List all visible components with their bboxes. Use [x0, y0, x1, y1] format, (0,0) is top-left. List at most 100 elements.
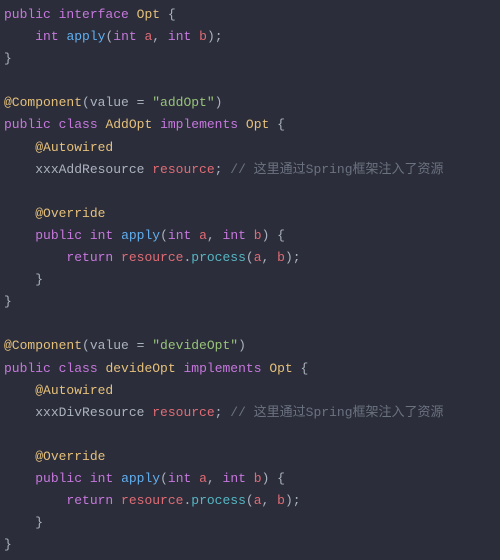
- punct: ): [215, 95, 223, 110]
- indent: [4, 29, 35, 44]
- annotation: @Component: [4, 338, 82, 353]
- type: xxxAddResource: [35, 162, 144, 177]
- punct: ,: [207, 471, 223, 486]
- code-line: }: [4, 51, 12, 66]
- punct: );: [285, 493, 301, 508]
- indent: [4, 449, 35, 464]
- punct: (: [160, 228, 168, 243]
- code-line: @Autowired: [4, 140, 113, 155]
- code-line: @Override: [4, 449, 105, 464]
- annotation: @Autowired: [35, 383, 113, 398]
- param: b: [199, 29, 207, 44]
- indent: [4, 493, 66, 508]
- type: devideOpt: [105, 361, 175, 376]
- method-name: apply: [121, 228, 160, 243]
- keyword: public: [35, 471, 82, 486]
- code-line: }: [4, 294, 12, 309]
- code-line: }: [4, 537, 12, 552]
- indent: [4, 250, 66, 265]
- keyword: implements: [183, 361, 261, 376]
- punct: }: [4, 294, 12, 309]
- annotation: @Override: [35, 206, 105, 221]
- type: Opt: [137, 7, 160, 22]
- code-line: return resource.process(a, b);: [4, 250, 301, 265]
- code-line: xxxDivResource resource; // 这里通过Spring框架…: [4, 405, 444, 420]
- param: b: [254, 228, 262, 243]
- code-block: public interface Opt { int apply(int a, …: [0, 0, 500, 560]
- punct: }: [4, 537, 12, 552]
- keyword: int: [168, 228, 191, 243]
- type: AddOpt: [105, 117, 152, 132]
- punct: (: [246, 250, 254, 265]
- punct: }: [4, 51, 12, 66]
- comment: // 这里通过Spring框架注入了资源: [230, 162, 443, 177]
- indent: [4, 140, 35, 155]
- punct: );: [285, 250, 301, 265]
- param: b: [277, 493, 285, 508]
- string: "addOpt": [152, 95, 214, 110]
- punct: }: [35, 515, 43, 530]
- code-line: @Override: [4, 206, 105, 221]
- field: resource: [152, 405, 214, 420]
- method-name: apply: [121, 471, 160, 486]
- keyword: implements: [160, 117, 238, 132]
- param: a: [254, 250, 262, 265]
- punct: (: [246, 493, 254, 508]
- keyword: class: [59, 361, 98, 376]
- punct: ,: [262, 493, 278, 508]
- punct: ;: [215, 405, 231, 420]
- keyword: public: [4, 361, 51, 376]
- punct: {: [293, 361, 309, 376]
- keyword: int: [223, 471, 246, 486]
- keyword: return: [66, 493, 113, 508]
- keyword: public: [4, 117, 51, 132]
- annotation: @Autowired: [35, 140, 113, 155]
- punct: ): [238, 338, 246, 353]
- punct: (: [82, 338, 90, 353]
- code-line: }: [4, 515, 43, 530]
- punct: ,: [262, 250, 278, 265]
- code-line: public class devideOpt implements Opt {: [4, 361, 308, 376]
- code-line: int apply(int a, int b);: [4, 29, 223, 44]
- method-name: apply: [66, 29, 105, 44]
- annotation-param: value: [90, 95, 129, 110]
- indent: [4, 515, 35, 530]
- field: resource: [121, 493, 183, 508]
- field: resource: [152, 162, 214, 177]
- param: b: [277, 250, 285, 265]
- code-line: return resource.process(a, b);: [4, 493, 301, 508]
- keyword: int: [113, 29, 136, 44]
- string: "devideOpt": [152, 338, 238, 353]
- code-line: @Component(value = "addOpt"): [4, 95, 222, 110]
- indent: [4, 228, 35, 243]
- annotation: @Component: [4, 95, 82, 110]
- indent: [4, 383, 35, 398]
- param: a: [199, 228, 207, 243]
- punct: ) {: [262, 228, 285, 243]
- type: Opt: [246, 117, 269, 132]
- code-line: public interface Opt {: [4, 7, 176, 22]
- indent: [4, 162, 35, 177]
- annotation: @Override: [35, 449, 105, 464]
- annotation-param: value: [90, 338, 129, 353]
- type: Opt: [269, 361, 292, 376]
- keyword: int: [90, 471, 113, 486]
- code-line: public int apply(int a, int b) {: [4, 471, 285, 486]
- indent: [4, 405, 35, 420]
- punct: }: [35, 272, 43, 287]
- punct: (: [82, 95, 90, 110]
- indent: [4, 272, 35, 287]
- param: b: [254, 471, 262, 486]
- code-line: public int apply(int a, int b) {: [4, 228, 285, 243]
- code-line: xxxAddResource resource; // 这里通过Spring框架…: [4, 162, 444, 177]
- punct: =: [129, 338, 152, 353]
- param: a: [199, 471, 207, 486]
- punct: ) {: [262, 471, 285, 486]
- punct: {: [160, 7, 176, 22]
- keyword: int: [35, 29, 58, 44]
- punct: {: [269, 117, 285, 132]
- code-line: }: [4, 272, 43, 287]
- indent: [4, 471, 35, 486]
- punct: =: [129, 95, 152, 110]
- punct: (: [160, 471, 168, 486]
